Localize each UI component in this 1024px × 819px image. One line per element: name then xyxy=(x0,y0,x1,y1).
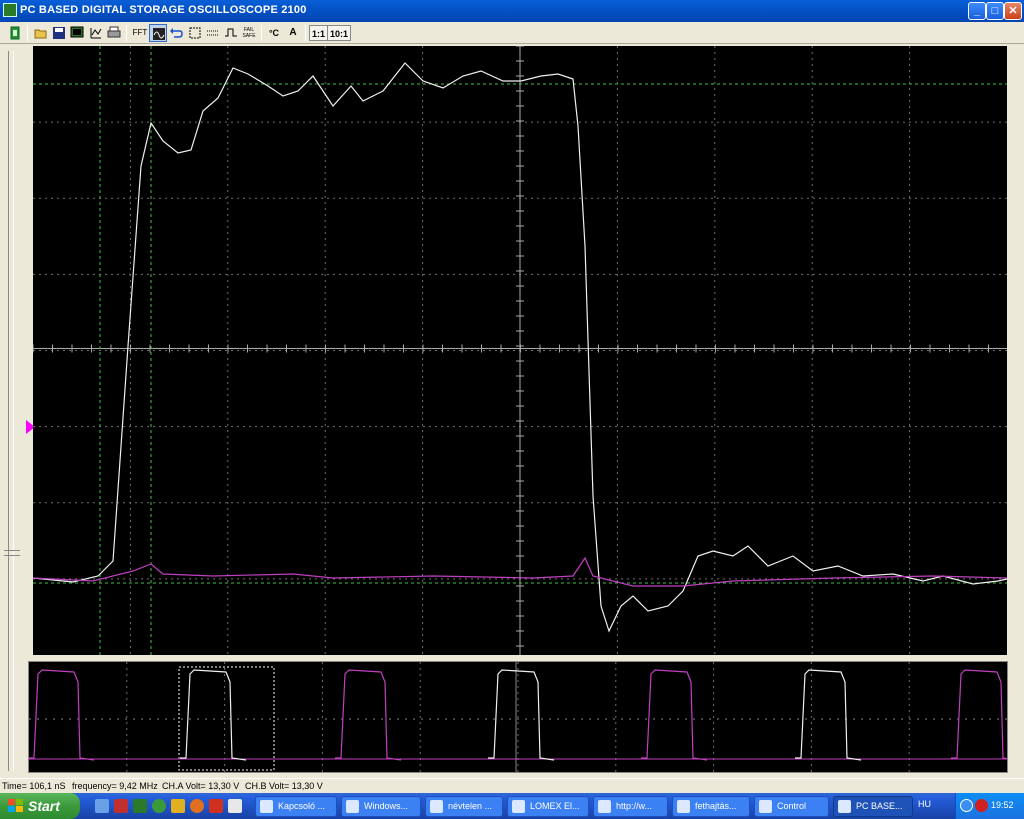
app-icon xyxy=(3,3,17,17)
offset-slider-thumb[interactable] xyxy=(4,550,20,556)
graph-icon[interactable] xyxy=(87,24,105,42)
celsius-icon[interactable]: °C xyxy=(265,24,283,42)
task-label: LOMEX El... xyxy=(530,801,580,811)
main-scope-display[interactable] xyxy=(33,46,1007,655)
quicklaunch-app-icon[interactable] xyxy=(228,799,242,813)
taskbar: Start Kapcsoló ... Windows... névtelen .… xyxy=(0,793,1024,819)
toolbar: FFT FAIL SAFE °C A 1:1 10:1 xyxy=(0,22,1024,44)
ratio-10-1-button[interactable]: 10:1 xyxy=(327,25,352,41)
status-chb-volt: CH.B Volt= 13,30 V xyxy=(245,781,323,791)
task-label: Kapcsoló ... xyxy=(278,801,326,811)
close-button[interactable]: ✕ xyxy=(1004,2,1022,20)
task-label: névtelen ... xyxy=(448,801,493,811)
undo-icon[interactable] xyxy=(167,24,185,42)
taskbar-task[interactable]: Kapcsoló ... xyxy=(255,796,337,817)
security-alert-icon[interactable] xyxy=(975,799,988,812)
ie-icon xyxy=(512,800,525,813)
minimize-button[interactable]: _ xyxy=(968,2,986,20)
scope-mode-icon[interactable] xyxy=(149,24,167,42)
tray-app-icon[interactable] xyxy=(960,799,973,812)
ratio-1-1-button[interactable]: 1:1 xyxy=(309,25,329,41)
language-indicator[interactable]: HU xyxy=(918,799,931,809)
taskbar-task[interactable]: LOMEX El... xyxy=(507,796,589,817)
fft-icon[interactable]: FFT xyxy=(131,24,149,42)
print-icon[interactable] xyxy=(105,24,123,42)
quicklaunch-app-icon[interactable] xyxy=(152,799,166,813)
taskbar-task[interactable]: Windows... xyxy=(341,796,421,817)
taskbar-task[interactable]: http://w... xyxy=(593,796,668,817)
start-label: Start xyxy=(28,798,60,814)
quicklaunch-app-icon[interactable] xyxy=(133,799,147,813)
window-title: PC BASED DIGITAL STORAGE OSCILLOSCOPE 21… xyxy=(20,4,307,16)
oscilloscope-window: PC BASED DIGITAL STORAGE OSCILLOSCOPE 21… xyxy=(0,0,1024,793)
task-label: Windows... xyxy=(364,801,409,811)
taskbar-task[interactable]: fethajtás... xyxy=(672,796,750,817)
cursor-box-icon[interactable] xyxy=(186,24,204,42)
image-icon xyxy=(677,800,690,813)
quicklaunch-app-icon[interactable] xyxy=(114,799,128,813)
ie-icon xyxy=(260,800,273,813)
firefox-icon[interactable] xyxy=(190,799,204,813)
waveform-icon[interactable] xyxy=(222,24,240,42)
system-tray xyxy=(955,793,1024,819)
status-frequency: frequency= 9,42 MHz xyxy=(72,781,158,791)
clock: 19:52 xyxy=(991,800,1014,810)
toolbar-separator xyxy=(305,25,306,41)
app-icon xyxy=(838,800,851,813)
task-label: Control xyxy=(777,801,807,811)
taskbar-task[interactable]: Control xyxy=(754,796,829,817)
overview-scope-display[interactable] xyxy=(28,661,1008,773)
task-label: PC BASE... xyxy=(856,801,903,811)
control-icon xyxy=(759,800,772,813)
show-desktop-icon[interactable] xyxy=(95,799,109,813)
maximize-button[interactable]: □ xyxy=(986,2,1004,20)
ie-icon xyxy=(598,800,611,813)
taskbar-task[interactable]: névtelen ... xyxy=(425,796,503,817)
taskbar-task-active[interactable]: PC BASE... xyxy=(833,796,913,817)
exit-icon[interactable] xyxy=(6,24,24,42)
amp-icon[interactable]: A xyxy=(284,24,302,42)
title-bar[interactable]: PC BASED DIGITAL STORAGE OSCILLOSCOPE 21… xyxy=(0,0,1024,22)
open-icon[interactable] xyxy=(32,24,50,42)
task-label: http://w... xyxy=(616,801,653,811)
status-time: Time= 106,1 nS xyxy=(2,781,66,791)
fail-safe-icon[interactable]: FAIL SAFE xyxy=(240,24,258,42)
windows-logo-icon xyxy=(8,799,23,812)
dotted-line-icon[interactable] xyxy=(204,24,222,42)
quicklaunch-app-icon[interactable] xyxy=(209,799,223,813)
quicklaunch-app-icon[interactable] xyxy=(171,799,185,813)
overview-scope-plot xyxy=(29,662,1007,772)
start-button[interactable]: Start xyxy=(0,793,80,819)
toolbar-separator xyxy=(261,25,262,41)
toolbar-separator xyxy=(126,25,127,41)
paint-icon xyxy=(430,800,443,813)
status-cha-volt: CH.A Volt= 13,30 V xyxy=(162,781,240,791)
task-label: fethajtás... xyxy=(695,801,737,811)
offset-slider-track[interactable] xyxy=(8,51,14,771)
screen-icon[interactable] xyxy=(68,24,86,42)
app-icon xyxy=(346,800,359,813)
main-scope-plot xyxy=(33,46,1007,655)
save-icon[interactable] xyxy=(50,24,68,42)
toolbar-separator xyxy=(27,25,28,41)
status-bar: Time= 106,1 nS frequency= 9,42 MHz CH.A … xyxy=(0,778,1024,793)
offset-slider-panel xyxy=(0,45,24,778)
